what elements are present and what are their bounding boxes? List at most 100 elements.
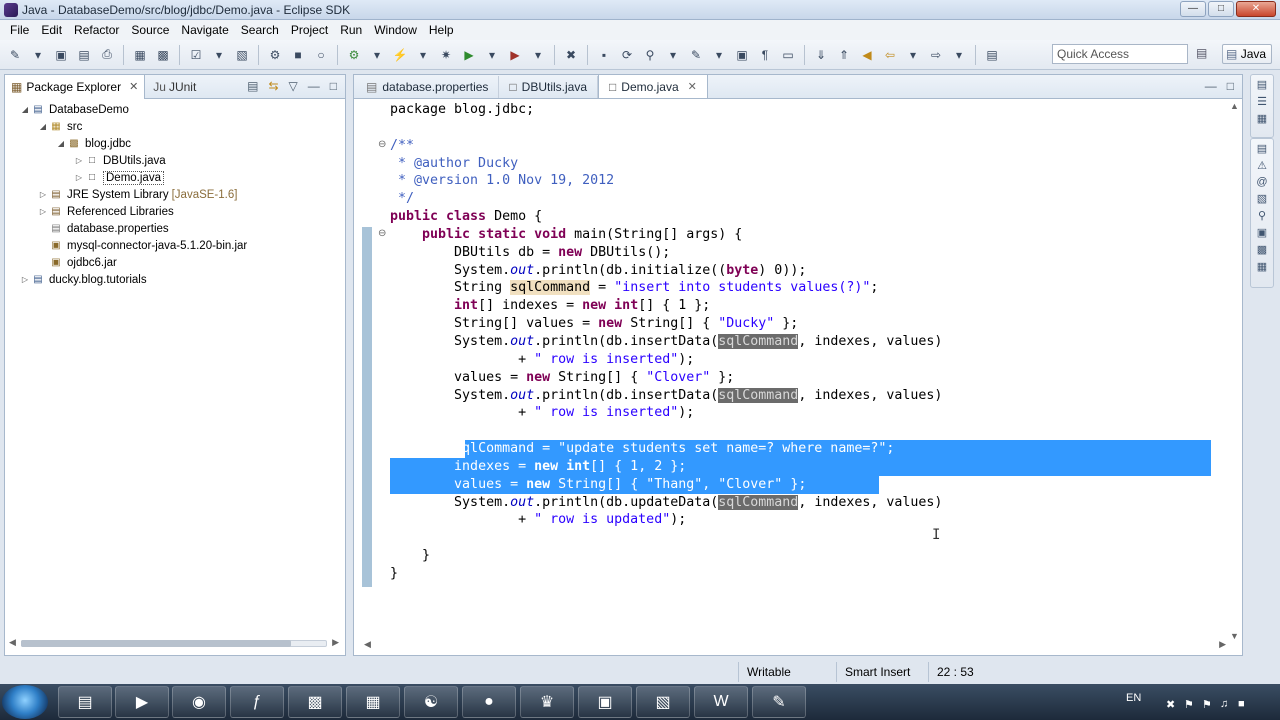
game-taskbar-icon[interactable]: ♛	[520, 686, 574, 718]
code-line[interactable]	[390, 529, 942, 547]
expanded-arrow-icon[interactable]: ◢	[55, 139, 67, 148]
open-task-icon[interactable]: ▪	[595, 46, 613, 64]
external-tools-dropdown-icon[interactable]: ▾	[529, 46, 547, 64]
tree-item[interactable]: ▷ □ DBUtils.java	[73, 152, 166, 169]
editor-hscrollbar[interactable]: ◀ ▶	[364, 639, 1226, 651]
external-tools-icon[interactable]: ▶	[506, 46, 524, 64]
code-line[interactable]: * @version 1.0 Nov 19, 2012	[390, 172, 942, 190]
start-button[interactable]	[2, 685, 48, 719]
collapse-all-icon[interactable]: ▤	[247, 79, 258, 93]
code-line[interactable]: System.out.println(db.updateData(sqlComm…	[390, 494, 942, 512]
debug-dropdown-icon[interactable]: ▾	[368, 46, 386, 64]
minimize-button[interactable]: —	[1180, 1, 1206, 17]
tree-item[interactable]: ▷ ▤ JRE System Library [JavaSE-1.6]	[37, 186, 238, 203]
code-line[interactable]: String sqlCommand = "insert into student…	[390, 279, 942, 297]
code-line[interactable]: + " row is inserted");	[390, 351, 942, 369]
code-line[interactable]: + " row is updated");	[390, 511, 942, 529]
task-dropdown-icon[interactable]: ▾	[210, 46, 228, 64]
tree-item[interactable]: ▷ ▤ Referenced Libraries	[37, 203, 174, 220]
tab-database-properties[interactable]: ▤ database.properties	[356, 76, 500, 98]
code-line[interactable]	[390, 422, 942, 440]
code-line[interactable]: /**	[390, 137, 942, 155]
save-all-icon[interactable]: ▤	[75, 46, 93, 64]
minimize-view-icon[interactable]: —	[308, 79, 320, 93]
new-icon[interactable]: ✎	[6, 46, 24, 64]
menu-search[interactable]: Search	[235, 23, 285, 37]
task-list-icon[interactable]: ▦	[1257, 112, 1267, 125]
code-line[interactable]: values = new String[] { "Clover" };	[390, 369, 942, 387]
toggle-mark-icon[interactable]: ✎	[687, 46, 705, 64]
tab-dbutils-java[interactable]: □ DBUtils.java	[499, 76, 599, 98]
declaration-icon[interactable]: ▧	[1257, 192, 1267, 205]
link-with-editor-icon[interactable]: ⇆	[268, 79, 278, 93]
console-view-icon[interactable]: ▣	[1257, 226, 1267, 239]
maximize-view-icon[interactable]: □	[330, 79, 337, 93]
code-line[interactable]: values = new String[] { "Thang", "Clover…	[390, 476, 942, 494]
language-indicator[interactable]: EN	[1126, 692, 1141, 704]
next-annotation-icon[interactable]: ⇓	[812, 46, 830, 64]
expanded-arrow-icon[interactable]: ◢	[37, 122, 49, 131]
collapsed-arrow-icon[interactable]: ▷	[19, 275, 31, 284]
code-line[interactable]: DBUtils db = new DBUtils();	[390, 244, 942, 262]
block-selection-icon[interactable]: ▣	[733, 46, 751, 64]
save-icon[interactable]: ▣	[52, 46, 70, 64]
search-icon[interactable]: ⚲	[641, 46, 659, 64]
show-whitespace-icon[interactable]: ¶	[756, 46, 774, 64]
maximize-editor-icon[interactable]: □	[1227, 79, 1234, 93]
expanded-arrow-icon[interactable]: ◢	[19, 105, 31, 114]
code-line[interactable]: System.out.println(db.initialize((byte) …	[390, 262, 942, 280]
menu-file[interactable]: File	[4, 23, 35, 37]
camtasia-taskbar-icon[interactable]: ▣	[578, 686, 632, 718]
new-class-icon[interactable]: ○	[312, 46, 330, 64]
quick-access-input[interactable]: Quick Access	[1052, 44, 1188, 64]
tab-package-explorer[interactable]: ▦ Package Explorer ✕	[5, 74, 146, 99]
new-dropdown-icon[interactable]: ▾	[29, 46, 47, 64]
menu-source[interactable]: Source	[125, 23, 175, 37]
show-desktop-icon[interactable]: ■	[1238, 698, 1245, 710]
prev-annotation-icon[interactable]: ⇑	[835, 46, 853, 64]
minimize-editor-icon[interactable]: —	[1205, 79, 1217, 93]
fold-toggle-icon[interactable]: ⊖	[378, 139, 386, 150]
javadoc-icon[interactable]: @	[1256, 176, 1267, 188]
menu-project[interactable]: Project	[285, 23, 334, 37]
refresh-icon[interactable]: ⟳	[618, 46, 636, 64]
run-dropdown-icon[interactable]: ▾	[483, 46, 501, 64]
debug-icon[interactable]: ⚙	[345, 46, 363, 64]
scroll-right-icon[interactable]: ▶	[1219, 639, 1226, 650]
notepad-taskbar-icon[interactable]: ✎	[752, 686, 806, 718]
new-project-icon[interactable]: ⚙	[266, 46, 284, 64]
code-line[interactable]: package blog.jdbc;	[390, 101, 942, 119]
menu-refactor[interactable]: Refactor	[68, 23, 125, 37]
collapsed-arrow-icon[interactable]: ▷	[37, 190, 49, 199]
tab-junit[interactable]: Ju JUnit	[145, 80, 204, 94]
code-line[interactable]: int[] indexes = new int[] { 1 };	[390, 297, 942, 315]
eclipse-taskbar-icon[interactable]: ●	[462, 686, 516, 718]
print-icon[interactable]: ⎙	[98, 46, 116, 64]
new-package-icon[interactable]: ■	[289, 46, 307, 64]
build-icon[interactable]: ▦	[131, 46, 149, 64]
code-line[interactable]: indexes = new int[] { 1, 2 };	[390, 458, 942, 476]
run-external-dropdown-icon[interactable]: ▾	[414, 46, 432, 64]
last-edit-icon[interactable]: ◀	[858, 46, 876, 64]
code-line[interactable]: }	[390, 565, 942, 583]
tree-item[interactable]: ◢ ▩ blog.jdbc	[55, 135, 131, 152]
command-prompt-taskbar-icon[interactable]: ▩	[288, 686, 342, 718]
network-icon[interactable]: ✖	[1166, 698, 1175, 711]
servers-icon[interactable]: ▦	[1257, 260, 1267, 273]
code-line[interactable]: + " row is inserted");	[390, 404, 942, 422]
tree-item[interactable]: ▷ □ Demo.java	[73, 169, 164, 186]
open-perspective-icon[interactable]: ▤	[1196, 46, 1212, 62]
java-perspective-button[interactable]: ▤ Java	[1222, 44, 1272, 64]
tray-icon[interactable]: ⚑	[1184, 698, 1194, 711]
scroll-down-icon[interactable]: ▼	[1230, 631, 1239, 641]
code-line[interactable]: String[] values = new String[] { "Ducky"…	[390, 315, 942, 333]
code-line[interactable]: System.out.println(db.insertData(sqlComm…	[390, 333, 942, 351]
word-taskbar-icon[interactable]: W	[694, 686, 748, 718]
tree-item[interactable]: ◢ ▤ DatabaseDemo	[19, 101, 129, 118]
view-menu-icon[interactable]: ▽	[289, 79, 298, 93]
pin-icon[interactable]: ✖	[562, 46, 580, 64]
search-dropdown-icon[interactable]: ▾	[664, 46, 682, 64]
skype-taskbar-icon[interactable]: ☯	[404, 686, 458, 718]
explorer-taskbar-icon[interactable]: ▤	[58, 686, 112, 718]
maximize-button[interactable]: □	[1208, 1, 1234, 17]
